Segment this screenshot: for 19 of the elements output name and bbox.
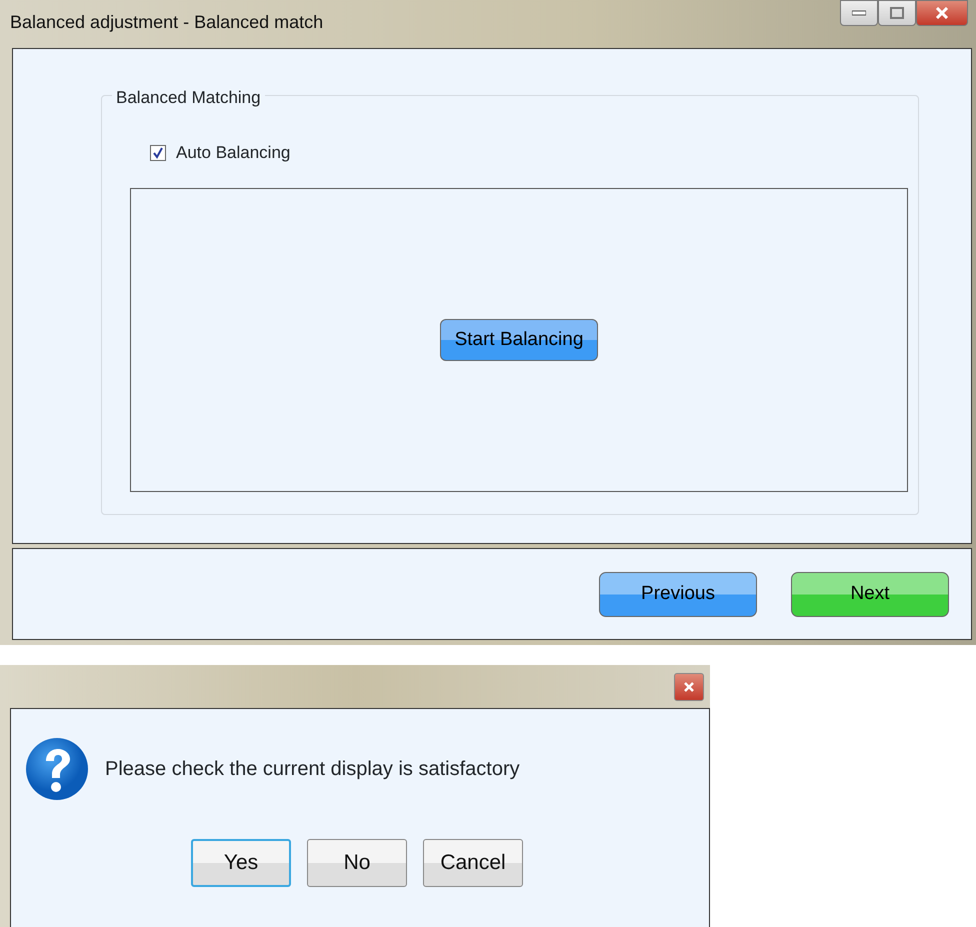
- close-button[interactable]: [916, 0, 968, 26]
- maximize-icon: [890, 7, 904, 19]
- minimize-icon: [852, 10, 866, 16]
- dialog-button[interactable]: Cancel: [423, 839, 523, 887]
- nav-button[interactable]: Next: [791, 572, 949, 616]
- maximize-button[interactable]: [878, 0, 916, 26]
- dialog-button[interactable]: No: [307, 839, 407, 887]
- close-icon: [935, 7, 949, 19]
- checkbox-label: Auto Balancing: [176, 142, 290, 164]
- checkbox[interactable]: [150, 144, 166, 161]
- question-icon: [25, 737, 89, 801]
- window-title: Balanced adjustment - Balanced match: [10, 10, 324, 34]
- nav-button[interactable]: Previous: [599, 572, 757, 616]
- close-icon: [683, 682, 695, 692]
- dialog-button[interactable]: Yes: [191, 839, 291, 887]
- close-button[interactable]: [674, 672, 704, 700]
- dialog-message: Please check the current display is satisfactory: [105, 757, 520, 782]
- minimize-button[interactable]: [840, 0, 878, 26]
- start-balancing-button[interactable]: Start Balancing: [440, 318, 598, 361]
